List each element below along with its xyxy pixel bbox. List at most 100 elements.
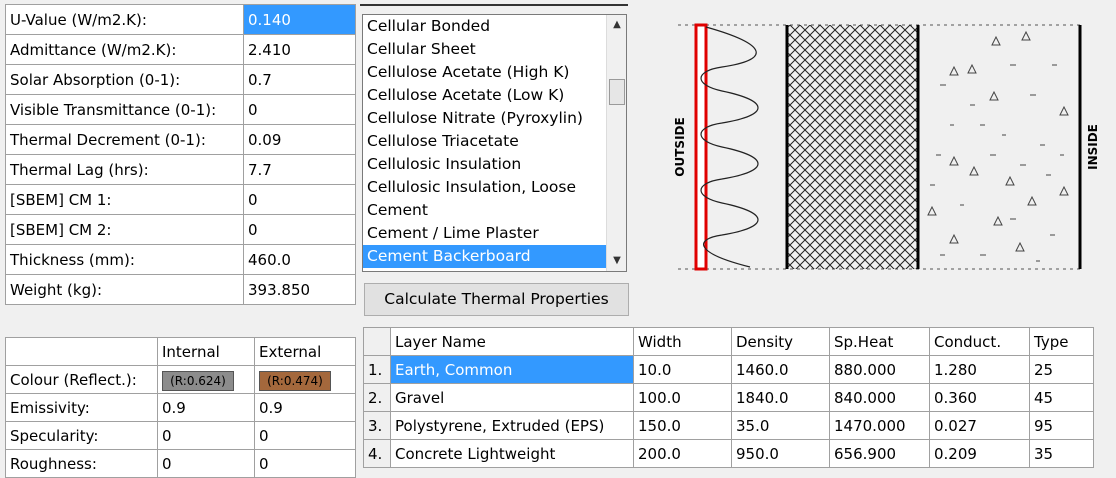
material-list-item[interactable]: Cellulosic Insulation: [363, 153, 626, 176]
property-row: Solar Absorption (0-1): 0.7: [5, 64, 356, 95]
col-header-width: Width: [633, 327, 732, 356]
layer-spheat-cell[interactable]: 1470.000: [829, 411, 930, 440]
colour-swatch-external[interactable]: (R:0.474): [259, 370, 331, 391]
property-label: U-Value (W/m2.K):: [5, 4, 244, 35]
layer-density-cell[interactable]: 35.0: [731, 411, 830, 440]
surface-label: Emissivity:: [5, 393, 158, 422]
layer-conduct-cell[interactable]: 1.280: [929, 355, 1030, 384]
property-value[interactable]: 0.7: [243, 64, 356, 95]
layer-row[interactable]: 1. Earth, Common 10.0 1460.0 880.000 1.280 25: [363, 355, 1094, 384]
material-list-item[interactable]: Cellulose Acetate (High K): [363, 61, 626, 84]
property-label: Solar Absorption (0-1):: [5, 64, 244, 95]
surface-internal-cell[interactable]: 0: [157, 449, 255, 478]
material-list-item[interactable]: Cellulose Acetate (Low K): [363, 84, 626, 107]
surface-header-row: Internal External: [5, 337, 356, 366]
material-list-item[interactable]: Cellular Sheet: [363, 38, 626, 61]
col-header-layer-name: Layer Name: [390, 327, 634, 356]
layer-gravel: [700, 26, 759, 268]
property-value[interactable]: 2.410: [243, 34, 356, 65]
property-row: U-Value (W/m2.K): 0.140: [5, 4, 356, 35]
layer-type-cell[interactable]: 25: [1029, 355, 1094, 384]
layer-num-cell: 1.: [363, 355, 391, 384]
material-list-item[interactable]: Cement / Lime Plaster: [363, 222, 626, 245]
property-value[interactable]: 0: [243, 214, 356, 245]
layer-type-cell[interactable]: 45: [1029, 383, 1094, 412]
surface-internal-cell[interactable]: 0.9: [157, 393, 255, 422]
col-header-conduct: Conduct.: [929, 327, 1030, 356]
layer-spheat-cell[interactable]: 880.000: [829, 355, 930, 384]
layer-num-cell: 4.: [363, 439, 391, 468]
scroll-down-icon[interactable]: ▼: [607, 251, 626, 271]
layer-conduct-cell[interactable]: 0.360: [929, 383, 1030, 412]
property-value[interactable]: 0.140: [243, 4, 356, 35]
surface-row: Colour (Reflect.): (R:0.624) (R:0.474): [5, 365, 356, 394]
layer-conduct-cell[interactable]: 0.209: [929, 439, 1030, 468]
surface-external-cell[interactable]: 0: [254, 421, 356, 450]
property-value[interactable]: 0: [243, 94, 356, 125]
surface-external-cell[interactable]: 0.9: [254, 393, 356, 422]
material-list-item[interactable]: Cellulosic Insulation, Loose: [363, 176, 626, 199]
layer-type-cell[interactable]: 95: [1029, 411, 1094, 440]
calculate-thermal-properties-button[interactable]: Calculate Thermal Properties: [364, 283, 629, 316]
surface-row: Roughness: 0 0: [5, 449, 356, 478]
layer-density-cell[interactable]: 1840.0: [731, 383, 830, 412]
property-row: Weight (kg): 393.850: [5, 274, 356, 305]
property-value[interactable]: 393.850: [243, 274, 356, 305]
material-list-item[interactable]: Cement: [363, 199, 626, 222]
material-list-item[interactable]: Cellulose Nitrate (Pyroxylin): [363, 107, 626, 130]
inside-label: INSIDE: [1086, 124, 1100, 170]
property-row: Thermal Lag (hrs): 7.7: [5, 154, 356, 185]
surface-internal-cell[interactable]: (R:0.624): [157, 365, 255, 394]
layer-num-cell: 3.: [363, 411, 391, 440]
property-row: Thickness (mm): 460.0: [5, 244, 356, 275]
layer-polystyrene: [788, 25, 918, 269]
surface-internal-cell[interactable]: 0: [157, 421, 255, 450]
material-list-item[interactable]: Cellular Bonded: [363, 15, 626, 38]
layer-density-cell[interactable]: 950.0: [731, 439, 830, 468]
layer-row[interactable]: 2. Gravel 100.0 1840.0 840.000 0.360 45: [363, 383, 1094, 412]
surface-properties-grid: Internal External Colour (Reflect.): (R:0…: [5, 337, 356, 478]
list-top-border: [360, 4, 628, 6]
property-label: [SBEM] CM 2:: [5, 214, 244, 245]
layer-width-cell[interactable]: 200.0: [633, 439, 732, 468]
col-header-type: Type: [1029, 327, 1094, 356]
layer-concrete-lightweight: [927, 30, 1069, 262]
layer-name-cell[interactable]: Polystyrene, Extruded (EPS): [390, 411, 634, 440]
scroll-thumb[interactable]: [609, 79, 625, 105]
layer-conduct-cell[interactable]: 0.027: [929, 411, 1030, 440]
listbox-scrollbar[interactable]: ▲ ▼: [606, 15, 626, 271]
wall-section-diagram: OUTSIDE INSIDE: [673, 23, 1100, 271]
layer-row[interactable]: 3. Polystyrene, Extruded (EPS) 150.0 35.0 14…: [363, 411, 1094, 440]
property-value[interactable]: 460.0: [243, 244, 356, 275]
layer-name-cell[interactable]: Gravel: [390, 383, 634, 412]
property-value[interactable]: 7.7: [243, 154, 356, 185]
layer-name-cell[interactable]: Earth, Common: [390, 355, 634, 384]
material-list-item[interactable]: Cement Backerboard: [363, 245, 626, 268]
layer-spheat-cell[interactable]: 656.900: [829, 439, 930, 468]
scroll-up-icon[interactable]: ▲: [607, 15, 626, 35]
layer-width-cell[interactable]: 150.0: [633, 411, 732, 440]
surface-external-cell[interactable]: (R:0.474): [254, 365, 356, 394]
surface-label: Roughness:: [5, 449, 158, 478]
surface-label: Colour (Reflect.):: [5, 365, 158, 394]
surface-header-internal: Internal: [157, 337, 255, 366]
layer-spheat-cell[interactable]: 840.000: [829, 383, 930, 412]
surface-label: Specularity:: [5, 421, 158, 450]
layer-earth-common: [694, 23, 708, 271]
property-label: Visible Transmittance (0-1):: [5, 94, 244, 125]
property-value[interactable]: 0: [243, 184, 356, 215]
property-value[interactable]: 0.09: [243, 124, 356, 155]
surface-row: Specularity: 0 0: [5, 421, 356, 450]
layer-name-cell[interactable]: Concrete Lightweight: [390, 439, 634, 468]
property-label: Admittance (W/m2.K):: [5, 34, 244, 65]
layer-width-cell[interactable]: 100.0: [633, 383, 732, 412]
material-list-item[interactable]: Cement, Plaster, Sand: [363, 268, 626, 271]
layer-density-cell[interactable]: 1460.0: [731, 355, 830, 384]
layer-type-cell[interactable]: 35: [1029, 439, 1094, 468]
surface-external-cell[interactable]: 0: [254, 449, 356, 478]
layer-row[interactable]: 4. Concrete Lightweight 200.0 950.0 656.900 0…: [363, 439, 1094, 468]
colour-swatch-internal[interactable]: (R:0.624): [162, 370, 234, 391]
material-listbox[interactable]: Cellular Bonded Cellular Sheet Cellulose A…: [362, 14, 627, 272]
material-list-item[interactable]: Cellulose Triacetate: [363, 130, 626, 153]
layer-width-cell[interactable]: 10.0: [633, 355, 732, 384]
